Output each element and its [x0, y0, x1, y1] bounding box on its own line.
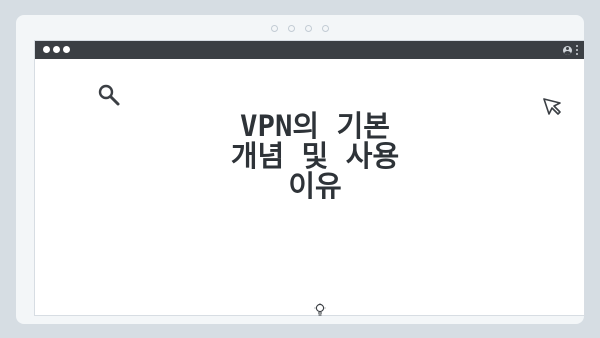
- page-title: VPN의 기본 개념 및 사용 이유: [185, 111, 445, 201]
- close-button[interactable]: [43, 46, 50, 53]
- more-vert-icon[interactable]: [576, 45, 578, 55]
- window-controls: [43, 46, 73, 54]
- title-line: 이유: [288, 169, 342, 203]
- content-area: VPN의 기본 개념 및 사용 이유: [35, 59, 584, 316]
- frame-dot: [288, 25, 295, 32]
- frame-dot: [271, 25, 278, 32]
- cursor-icon: [543, 98, 561, 115]
- outer-frame: VPN의 기본 개념 및 사용 이유: [16, 15, 585, 324]
- titlebar-actions: [563, 44, 578, 56]
- lightbulb-icon: [314, 303, 326, 316]
- frame-dot: [322, 25, 329, 32]
- frame-dots: [16, 25, 584, 32]
- maximize-button[interactable]: [63, 46, 70, 53]
- search-icon: [98, 84, 120, 106]
- window-titlebar: [35, 41, 584, 59]
- minimize-button[interactable]: [53, 46, 60, 53]
- frame-dot: [305, 25, 312, 32]
- title-line: 개념 및 사용: [230, 139, 400, 173]
- user-icon[interactable]: [563, 45, 572, 55]
- title-line: VPN의 기본: [240, 109, 390, 143]
- browser-window: VPN의 기본 개념 및 사용 이유: [34, 40, 585, 316]
